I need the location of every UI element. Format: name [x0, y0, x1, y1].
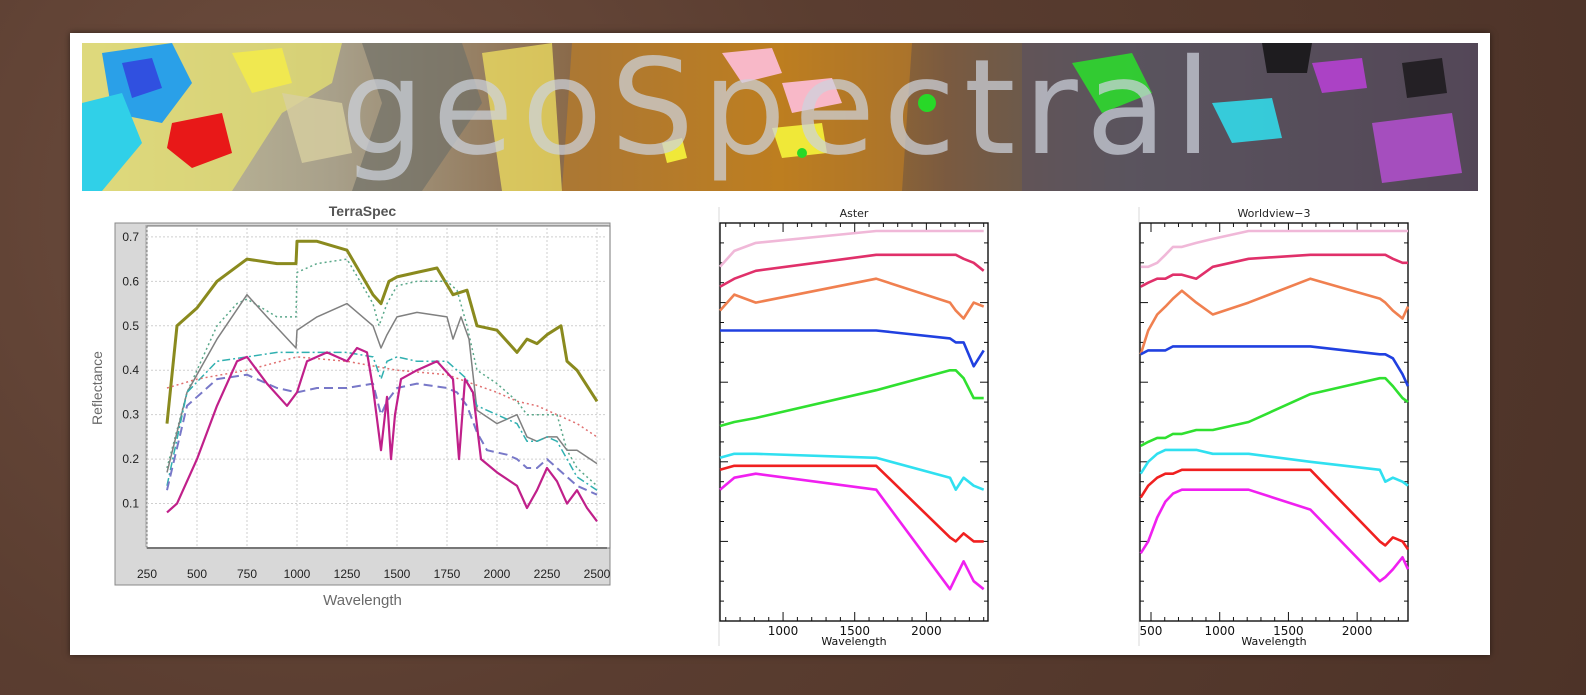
x-tick-label: 2000 — [1342, 624, 1373, 638]
worldview3-svg: Worldview−3500 1000 1500 2000Wavelength — [1138, 207, 1410, 648]
series-line-5 — [719, 369, 984, 428]
series-line-4 — [720, 329, 985, 368]
series-line-6 — [719, 452, 985, 491]
x-axis-label: Wavelength — [821, 635, 886, 648]
y-tick-label: 0.4 — [122, 363, 139, 377]
x-tick-label: 1000 — [284, 567, 311, 581]
series-line-2 — [719, 253, 985, 288]
banner: geoSpectral — [82, 43, 1478, 191]
x-tick-label: 2000 — [911, 624, 942, 638]
x-tick-label: 1250 — [334, 567, 361, 581]
x-tick-label: 2500 — [584, 567, 611, 581]
banner-title: geoSpectral — [340, 43, 1220, 185]
x-tick-label: 1750 — [434, 567, 461, 581]
y-tick-label: 0.6 — [122, 274, 139, 288]
series-line-3 — [719, 277, 985, 320]
series-line-2 — [1140, 253, 1408, 288]
x-axis-label: Wavelength — [1241, 635, 1306, 648]
series-line-1 — [719, 229, 984, 268]
x-tick-label: 1000 — [768, 624, 799, 638]
chart-title: Aster — [840, 207, 869, 220]
content-card: geoSpectral TerraSpec 250 500 750 1000 1250 15… — [70, 33, 1490, 655]
chart-title: Worldview−3 — [1237, 207, 1310, 220]
y-tick-label: 0.5 — [122, 319, 139, 333]
series-line-6 — [1139, 448, 1409, 487]
series-line-1 — [1140, 229, 1408, 269]
y-tick-label: 0.7 — [122, 230, 139, 244]
y-tick-label: 0.3 — [122, 408, 139, 422]
plot-frame — [1139, 222, 1409, 622]
x-axis-label: Wavelength — [323, 592, 402, 609]
aster-svg: Aster1000 1500 2000Wavelength — [718, 207, 989, 648]
x-tick-label: 2250 — [534, 567, 561, 581]
chart-title: TerraSpec — [329, 203, 397, 219]
x-tick-label: 500 — [187, 567, 207, 581]
y-axis-label: Reflectance — [89, 351, 105, 425]
x-tick-label: 500 — [1140, 624, 1163, 638]
x-tick-label: 1000 — [1204, 624, 1235, 638]
plot-area — [146, 225, 611, 549]
series-line-8 — [1139, 488, 1410, 583]
series-line-7 — [1139, 468, 1410, 551]
x-tick-label: 2000 — [484, 567, 511, 581]
x-tick-label: 250 — [137, 567, 157, 581]
x-tick-label: 1500 — [384, 567, 411, 581]
y-tick-label: 0.2 — [122, 452, 139, 466]
x-tick-label: 750 — [237, 567, 257, 581]
y-tick-label: 0.1 — [122, 497, 139, 511]
worldview3-chart: Worldview−3 500 1000 1500 2000 Wavelength — [1120, 203, 1420, 648]
series-line-3 — [1139, 277, 1410, 355]
series-line-5 — [1140, 376, 1409, 448]
terraspec-chart: TerraSpec 250 500 750 1000 1250 1500 1750 2000 22… — [89, 201, 640, 621]
terraspec-svg: TerraSpec 250 500 750 1000 1250 1500 1750 2000 22… — [89, 203, 611, 609]
aster-chart: Aster 1000 1500 2000 Wavelength — [700, 203, 1000, 648]
